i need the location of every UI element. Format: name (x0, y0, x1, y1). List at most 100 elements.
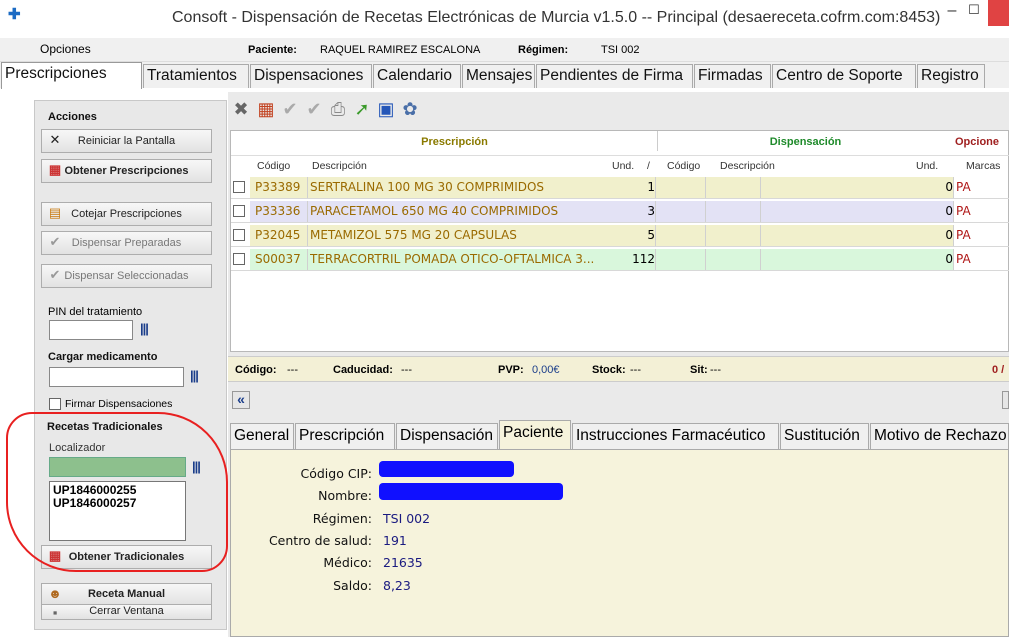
settings-icon[interactable]: ✿ (399, 98, 421, 120)
cell-divider (307, 177, 308, 198)
opciones-header: Opcione (955, 136, 1000, 148)
info-stock-label: Stock: (592, 364, 626, 376)
col-codigo-disp[interactable]: Código (667, 160, 700, 172)
cell-und: 5 (647, 228, 655, 242)
tab-pendientes-firma[interactable]: Pendientes de Firma (536, 64, 693, 88)
obtener-prescripciones-button[interactable]: ▦ Obtener Prescripciones (41, 159, 212, 183)
tab-dispensacion[interactable]: Dispensación (396, 423, 498, 449)
tab-prescripcion[interactable]: Prescripción (295, 423, 395, 449)
dispensacion-header: Dispensación (769, 136, 842, 148)
col-marcas[interactable]: Marcas (966, 160, 1000, 172)
cell-codigo: P32045 (255, 228, 301, 242)
tab-prescripciones[interactable]: Prescripciones (1, 62, 142, 89)
cell-und: 3 (647, 204, 655, 218)
tab-registro[interactable]: Registro (917, 64, 985, 88)
tab-centro-soporte[interactable]: Centro de Soporte (772, 64, 916, 88)
col-descripcion[interactable]: Descripción (312, 160, 367, 172)
cell-marcas: PA (956, 228, 971, 242)
cell-divider (953, 249, 954, 270)
cell-codigo: P33336 (255, 204, 301, 218)
collapse-icon[interactable]: « (232, 391, 250, 409)
info-pvp-value: 0,00€ (532, 364, 560, 376)
check-all-icon[interactable]: ✔ (303, 98, 325, 120)
medico-value: 21635 (383, 555, 423, 570)
database-icon: ▦ (48, 162, 62, 177)
receta-manual-button[interactable]: ☻ Receta Manual (41, 583, 212, 605)
barcode-icon[interactable]: ||| (190, 368, 199, 383)
col-descripcion-disp[interactable]: Descripción (720, 160, 775, 172)
cargar-medicamento-input[interactable] (49, 367, 184, 387)
reiniciar-button[interactable]: ✕ Reiniciar la Pantalla (41, 129, 212, 153)
table-row[interactable]: P32045 METAMIZOL 575 MG 20 CAPSULAS 5 0 PA (231, 225, 1009, 247)
saldo-label: Saldo: (333, 578, 372, 593)
cell-und: 112 (632, 252, 655, 266)
pin-input[interactable] (49, 320, 133, 340)
dispensar-preparadas-button[interactable]: ✔ Dispensar Preparadas (41, 231, 212, 255)
row-checkbox[interactable] (233, 229, 245, 241)
row-checkbox[interactable] (233, 253, 245, 265)
header-divider (231, 155, 1009, 156)
tab-paciente[interactable]: Paciente (499, 420, 571, 450)
table-row[interactable]: P33336 PARACETAMOL 650 MG 40 COMPRIMIDOS 3… (231, 201, 1009, 223)
expand-handle[interactable] (1002, 391, 1009, 409)
save-icon[interactable]: ▣ (375, 98, 397, 120)
paciente-label: Paciente: (248, 44, 297, 56)
cell-divider (760, 201, 761, 222)
cell-descripcion: METAMIZOL 575 MG 20 CAPSULAS (310, 228, 517, 242)
cell-divider (655, 201, 656, 222)
firmar-dispensaciones-checkbox[interactable] (49, 398, 61, 410)
cell-divider (307, 225, 308, 246)
database-icon[interactable]: ▦ (255, 98, 277, 120)
dispensacion-cells (659, 249, 953, 270)
cip-label: Código CIP: (300, 466, 372, 481)
table-row[interactable]: S00037 TERRACORTRIL POMADA OTICO-OFTALMIC… (231, 249, 1009, 271)
cell-descripcion: SERTRALINA 100 MG 30 COMPRIMIDOS (310, 180, 545, 194)
regimen-value: TSI 002 (383, 511, 431, 526)
info-codigo-label: Código: (235, 364, 277, 376)
tab-instrucciones[interactable]: Instrucciones Farmacéutico (572, 423, 779, 449)
print-icon[interactable]: ⎙ (327, 98, 349, 120)
cell-codigo: P33389 (255, 180, 301, 194)
maximize-icon[interactable]: ☐ (964, 2, 984, 22)
close-icon[interactable] (988, 0, 1009, 26)
minimize-icon[interactable]: – (942, 2, 962, 22)
reiniciar-label: Reiniciar la Pantalla (77, 135, 176, 147)
tab-mensajes[interactable]: Mensajes (462, 64, 535, 88)
check-icon[interactable]: ✔ (279, 98, 301, 120)
row-checkbox[interactable] (233, 205, 245, 217)
x-icon: ✕ (49, 132, 61, 147)
cell-divider (705, 249, 706, 270)
tab-sustitucion[interactable]: Sustitución (780, 423, 869, 449)
export-icon[interactable]: ➚ (351, 98, 373, 120)
cell-und2: 0 (945, 180, 953, 194)
cell-divider (705, 225, 706, 246)
delete-icon[interactable]: ✖ (230, 98, 252, 120)
dispensacion-cells (659, 177, 953, 198)
cell-divider (760, 225, 761, 246)
tab-calendario[interactable]: Calendario (373, 64, 461, 88)
row-checkbox[interactable] (233, 181, 245, 193)
cotejar-button[interactable]: ▤ Cotejar Prescripciones (41, 202, 212, 226)
tab-motivo-rechazo[interactable]: Motivo de Rechazo (870, 423, 1009, 449)
cerrar-ventana-button[interactable]: ▪ Cerrar Ventana (41, 604, 212, 620)
dispensar-seleccionadas-button[interactable]: ✔ Dispensar Seleccionadas (41, 264, 212, 288)
barcode-icon[interactable]: ||| (140, 321, 149, 336)
cell-und2: 0 (945, 204, 953, 218)
col-und[interactable]: Und. (612, 160, 634, 172)
info-stock-value: --- (630, 364, 641, 376)
menu-opciones[interactable]: Opciones (40, 42, 91, 56)
info-sit-value: --- (710, 364, 721, 376)
cell-divider (760, 249, 761, 270)
cell-divider (705, 177, 706, 198)
saldo-value: 8,23 (383, 578, 411, 593)
prescripcion-header: Prescripción (421, 136, 488, 148)
col-und-disp[interactable]: Und. (916, 160, 938, 172)
table-row[interactable]: P33389 SERTRALINA 100 MG 30 COMPRIMIDOS 1 0… (231, 177, 1009, 199)
centro-value: 191 (383, 533, 407, 548)
cell-descripcion: TERRACORTRIL POMADA OTICO-OFTALMICA 3... (310, 252, 595, 266)
tab-tratamientos[interactable]: Tratamientos (143, 64, 249, 88)
tab-dispensaciones[interactable]: Dispensaciones (250, 64, 372, 88)
col-codigo[interactable]: Código (257, 160, 290, 172)
tab-firmadas[interactable]: Firmadas (694, 64, 771, 88)
tab-general[interactable]: General (230, 423, 294, 449)
